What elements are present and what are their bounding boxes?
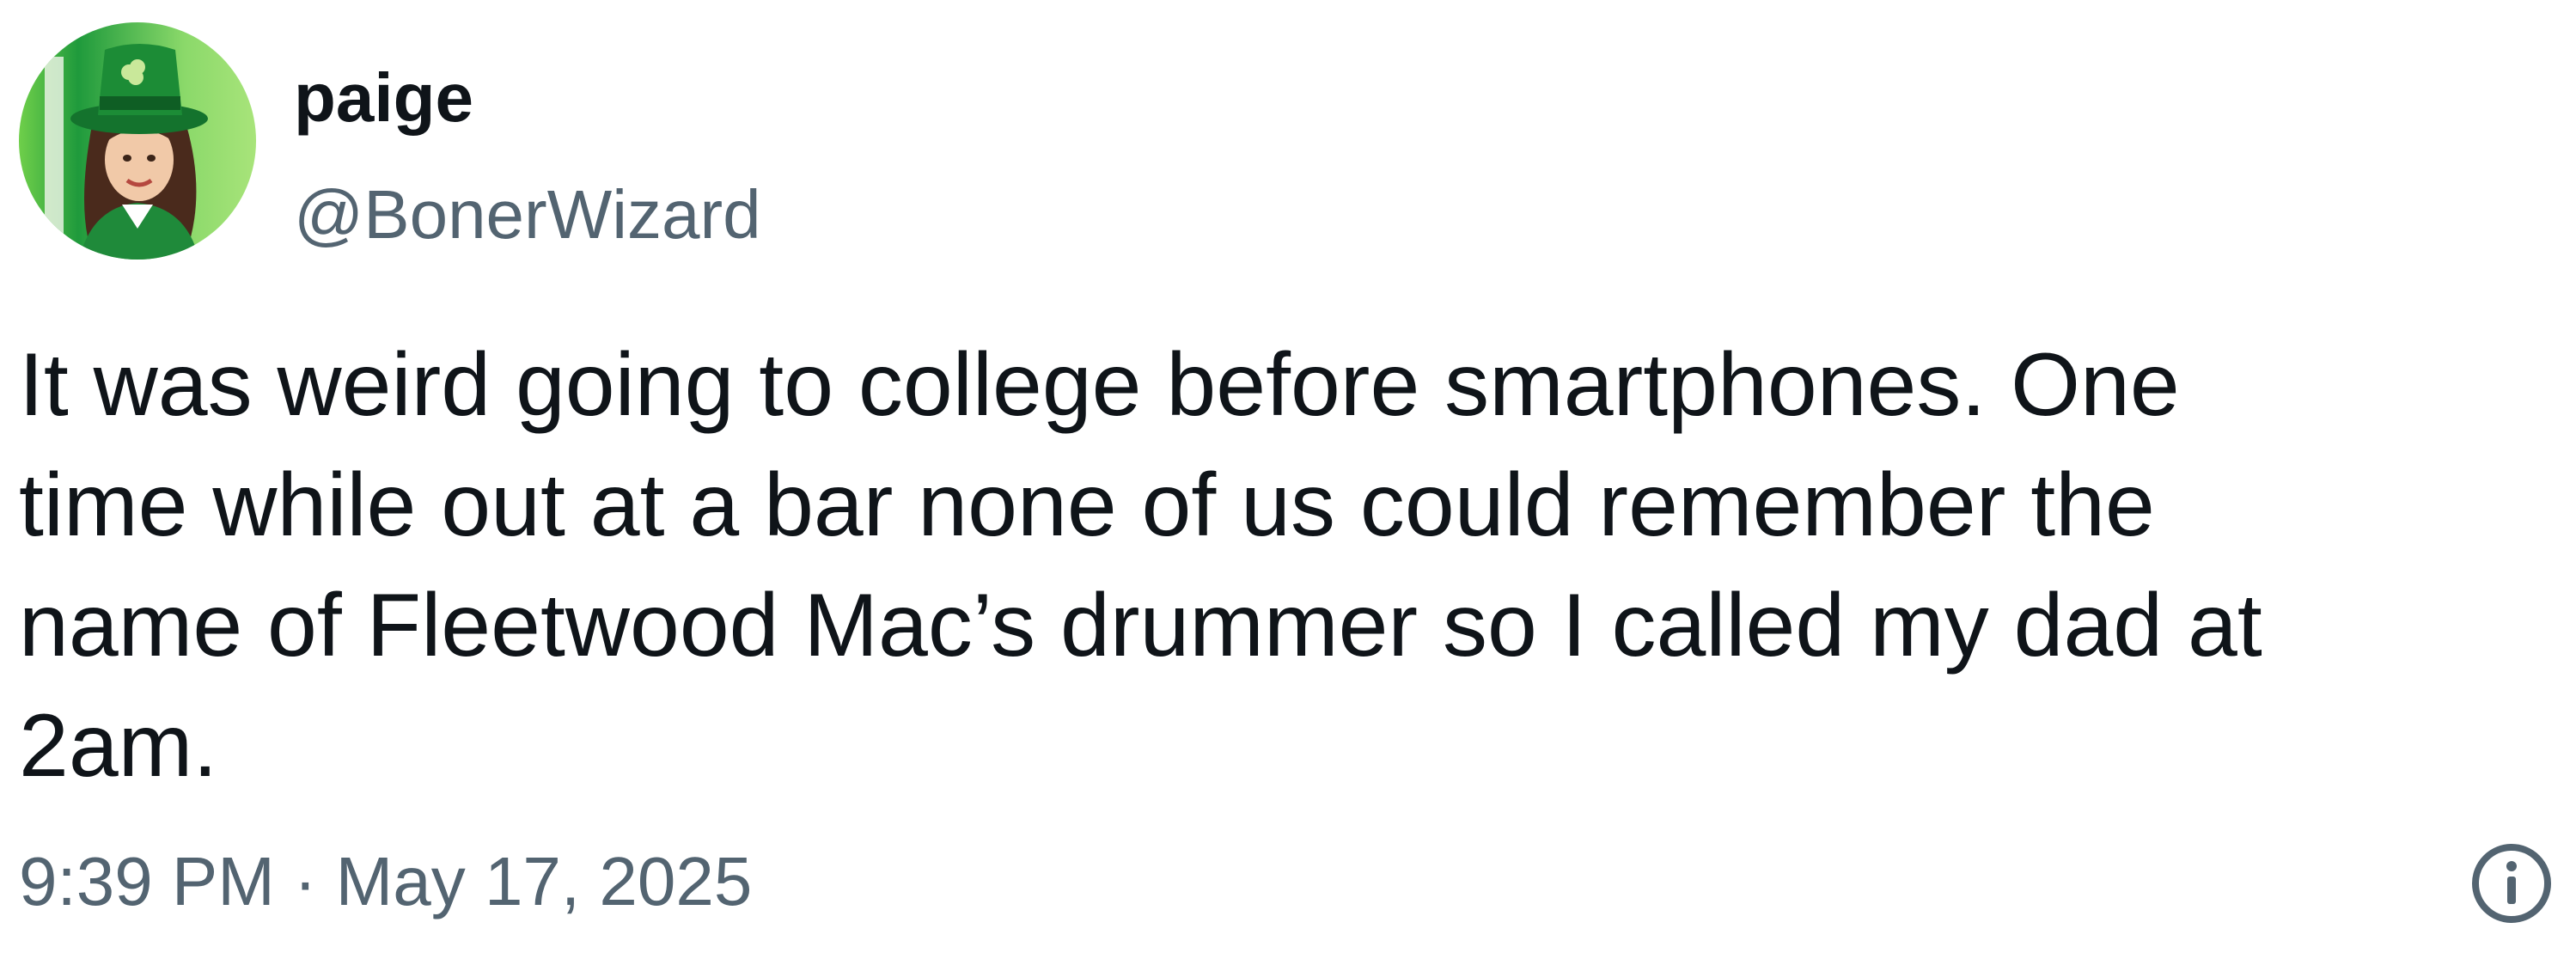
tweet-timestamp: 9:39 PM · May 17, 2025	[19, 839, 752, 925]
tweet-text-line: time while out at a bar none of us could…	[19, 455, 2155, 555]
meta-separator: ·	[293, 843, 317, 919]
leprechaun-avatar-icon	[19, 22, 256, 260]
author-display-name[interactable]: paige	[294, 55, 761, 141]
author-avatar[interactable]	[19, 22, 256, 260]
info-icon[interactable]	[2469, 841, 2554, 926]
tweet-text-line: name of Fleetwood Mac’s drummer so I cal…	[19, 576, 2262, 675]
tweet-text: It was weird going to college before sma…	[19, 325, 2511, 806]
author-handle[interactable]: @BonerWizard	[294, 172, 761, 258]
tweet-text-line: 2am.	[19, 696, 218, 796]
tweet-text-line: It was weird going to college before sma…	[19, 335, 2180, 435]
tweet-time[interactable]: 9:39 PM	[19, 839, 275, 925]
tweet-card: paige @BonerWizard It was weird going to…	[0, 0, 2576, 953]
tweet-header: paige @BonerWizard	[19, 22, 761, 263]
author-names: paige @BonerWizard	[294, 55, 761, 258]
tweet-date[interactable]: May 17, 2025	[336, 839, 753, 925]
